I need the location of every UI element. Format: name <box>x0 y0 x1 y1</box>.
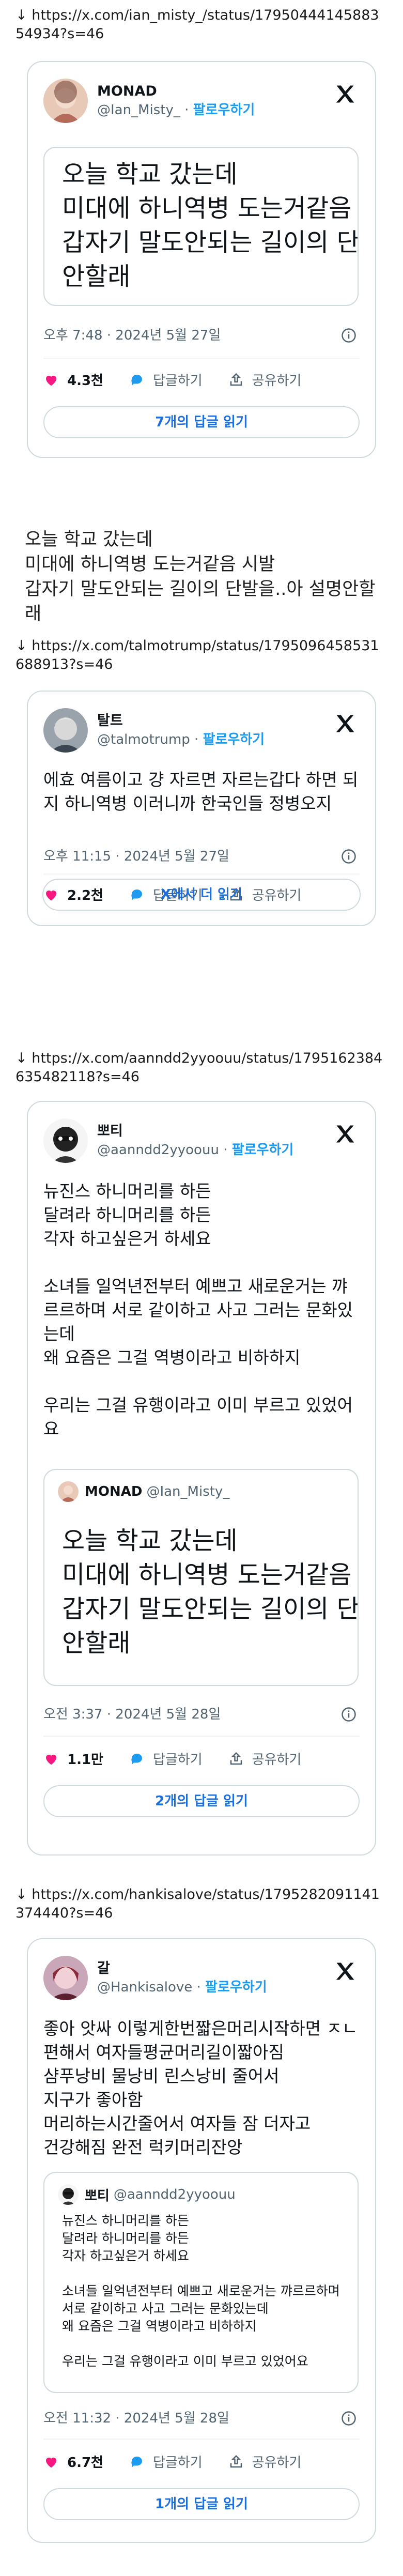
tweet-card: 갈 @Hankisalove · 팔로우하기 좋아 앗싸 이렇게한번짧은머리시작… <box>27 1938 376 2543</box>
read-replies-button[interactable]: 2개의 답글 읽기 <box>43 1785 360 1817</box>
display-name[interactable]: MONAD <box>97 83 255 100</box>
like-button[interactable]: 6.7천 <box>43 2452 103 2471</box>
divider <box>43 873 360 875</box>
follow-button[interactable]: 팔로우하기 <box>193 102 255 118</box>
heart-icon <box>46 2457 56 2467</box>
quoted-avatar <box>58 2184 79 2205</box>
share-button[interactable]: 공유하기 <box>228 370 302 389</box>
divider <box>43 1736 360 1737</box>
quoted-tweet[interactable]: MONAD @Ian_Misty_ 오늘 학교 갔는데 미대에 하니역병 도는거… <box>43 1469 359 1686</box>
separator: · <box>194 732 199 747</box>
share-label: 공유하기 <box>252 1752 302 1768</box>
like-count: 4.3천 <box>67 373 103 389</box>
x-logo-icon[interactable] <box>334 83 357 105</box>
read-replies-button[interactable]: 1개의 답글 읽기 <box>43 2488 360 2520</box>
tweet-text: 에효 여름이고 걍 자르면 자르는갑다 하면 되지 하니역병 이러니까 한국인들… <box>43 770 359 814</box>
follow-button[interactable]: 팔로우하기 <box>203 732 265 747</box>
like-count: 6.7천 <box>67 2455 103 2471</box>
share-icon <box>230 373 242 386</box>
reply-label: 답글하기 <box>152 2455 203 2471</box>
display-name[interactable]: 갈 <box>97 1960 267 1977</box>
share-icon <box>230 1752 242 1765</box>
share-button[interactable]: 공유하기 <box>228 2452 302 2471</box>
x-logo-icon[interactable] <box>334 712 357 735</box>
reply-bubble-icon <box>131 1753 142 1765</box>
reply-button[interactable]: 답글하기 <box>129 2452 203 2471</box>
display-name[interactable]: 뽀티 <box>97 1123 293 1140</box>
heart-icon <box>46 1754 56 1765</box>
separator: · <box>196 1980 201 1995</box>
tweet-text: 좋아 앗싸 이렇게한번짧은머리시작하면 ㅈㄴ편해서 여자들평균머리길이짧아짐 샴… <box>43 2018 358 2157</box>
follow-button[interactable]: 팔로우하기 <box>205 1980 267 1995</box>
info-icon[interactable] <box>341 2411 357 2426</box>
info-icon[interactable] <box>341 1707 357 1722</box>
like-button[interactable]: 1.1만 <box>43 1749 103 1768</box>
share-label: 공유하기 <box>252 373 302 389</box>
quoted-display-name: 뽀티 <box>85 2188 110 2204</box>
reply-label: 답글하기 <box>152 373 203 389</box>
user-handle[interactable]: @aanndd2yyoouu <box>97 1142 219 1158</box>
heart-icon <box>46 375 56 386</box>
quoted-handle: @aanndd2yyoouu <box>113 2187 236 2202</box>
separator: · <box>223 1142 228 1158</box>
share-label: 공유하기 <box>252 2455 302 2471</box>
quoted-avatar <box>58 1481 79 1502</box>
timestamp[interactable]: 오후 11:15 · 2024년 5월 27일 <box>43 848 229 865</box>
divider <box>43 358 360 359</box>
avatar[interactable] <box>43 1118 88 1163</box>
avatar[interactable] <box>43 79 88 123</box>
quoted-handle: @Ian_Misty_ <box>146 1484 230 1499</box>
status-link[interactable]: ↓ https://x.com/talmotrump/status/179509… <box>16 637 388 674</box>
user-handle[interactable]: @talmotrump <box>97 732 190 747</box>
separator: · <box>184 102 189 118</box>
status-link[interactable]: ↓ https://x.com/aanndd2yyoouu/status/179… <box>16 1049 388 1086</box>
quoted-text-image: 오늘 학교 갔는데 미대에 하니역병 도는거같음 시발 갑자기 말도안되는 길이… <box>62 1526 359 1658</box>
tweet-media-card[interactable]: 오늘 학교 갔는데 미대에 하니역병 도는거같음 시발 갑자기 말도안되는 길이… <box>43 147 359 306</box>
read-more-button[interactable]: X에서 더 읽기 <box>42 879 361 911</box>
status-link[interactable]: ↓ https://x.com/ian_misty_/status/179504… <box>16 6 388 43</box>
reply-label: 답글하기 <box>152 1752 203 1768</box>
avatar[interactable] <box>43 1956 88 2000</box>
reply-button[interactable]: 답글하기 <box>129 370 203 389</box>
info-icon[interactable] <box>341 328 357 343</box>
like-button[interactable]: 4.3천 <box>43 370 103 389</box>
share-button[interactable]: 공유하기 <box>228 1749 302 1768</box>
avatar[interactable] <box>43 708 88 753</box>
tweet-card: MONAD @Ian_Misty_ · 팔로우하기 오늘 학교 갔는데 미대에 … <box>27 61 376 458</box>
timestamp[interactable]: 오후 7:48 · 2024년 5월 27일 <box>43 327 221 344</box>
timestamp[interactable]: 오전 11:32 · 2024년 5월 28일 <box>43 2410 229 2427</box>
caption-text: 오늘 학교 갔는데 미대에 하니역병 도는거같음 시발 갑자기 말도안되는 길이… <box>25 529 376 624</box>
display-name[interactable]: 탈트 <box>97 712 265 730</box>
reply-bubble-icon <box>131 374 142 386</box>
quoted-display-name: MONAD <box>85 1484 143 1499</box>
info-icon[interactable] <box>341 849 357 864</box>
status-link[interactable]: ↓ https://x.com/hankisalove/status/17952… <box>16 1885 388 1923</box>
reply-bubble-icon <box>131 2456 142 2467</box>
follow-button[interactable]: 팔로우하기 <box>232 1142 294 1158</box>
reply-button[interactable]: 답글하기 <box>129 1749 203 1768</box>
quoted-tweet[interactable]: 뽀티 @aanndd2yyoouu 뉴진스 하니머리를 하든 달려라 하니머리를… <box>43 2172 359 2393</box>
read-replies-button[interactable]: 7개의 답글 읽기 <box>43 406 360 438</box>
like-count: 1.1만 <box>67 1752 103 1768</box>
x-logo-icon[interactable] <box>334 1123 357 1145</box>
tweet-text-image: 오늘 학교 갔는데 미대에 하니역병 도는거같음 시발 갑자기 말도안되는 길이… <box>62 160 359 291</box>
tweet-text: 뉴진스 하니머리를 하든 달려라 하니머리를 하든 각자 하고싶은거 하세요 소… <box>43 1181 353 1439</box>
quoted-text: 뉴진스 하니머리를 하든 달려라 하니머리를 하든 각자 하고싶은거 하세요 소… <box>62 2213 340 2369</box>
user-handle[interactable]: @Ian_Misty_ <box>97 102 180 118</box>
share-icon <box>230 2455 242 2467</box>
user-handle[interactable]: @Hankisalove <box>97 1980 192 1995</box>
tweet-card: 뽀티 @aanndd2yyoouu · 팔로우하기 뉴진스 하니머리를 하든 달… <box>27 1101 376 1856</box>
timestamp[interactable]: 오전 3:37 · 2024년 5월 28일 <box>43 1706 221 1723</box>
x-logo-icon[interactable] <box>334 1960 357 1983</box>
divider <box>43 2439 360 2440</box>
